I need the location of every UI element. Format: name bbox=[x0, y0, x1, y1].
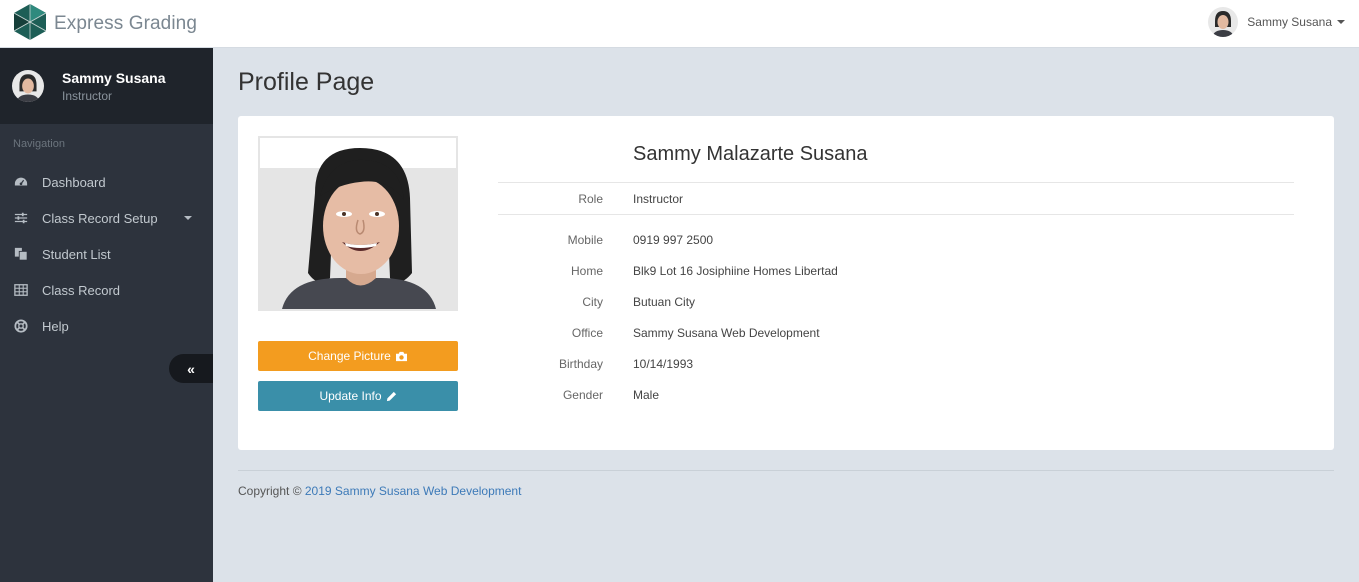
field-value: Male bbox=[633, 388, 660, 402]
copyright-prefix: Copyright © bbox=[238, 484, 305, 498]
field-value: Instructor bbox=[633, 192, 684, 206]
profile-card: Change Picture Update Info Sammy Malazar… bbox=[238, 116, 1334, 450]
brand-name: Express Grading bbox=[54, 12, 198, 34]
user-menu-dropdown[interactable]: Sammy Susana bbox=[1208, 7, 1345, 37]
top-navbar: Express Grading Sammy Susana bbox=[0, 0, 1359, 48]
sidebar-item-help[interactable]: Help bbox=[0, 308, 213, 344]
field-label: Gender bbox=[562, 388, 603, 402]
double-chevron-left-icon: « bbox=[187, 360, 195, 377]
field-value: 10/14/1993 bbox=[633, 357, 694, 371]
update-info-label: Update Info bbox=[319, 389, 382, 403]
profile-row-gender: Gender Male bbox=[498, 388, 1294, 408]
profile-full-name: Sammy Malazarte Susana bbox=[633, 143, 868, 165]
page-title: Profile Page bbox=[238, 68, 375, 96]
brand-logo-link[interactable]: Express Grading bbox=[0, 3, 197, 44]
field-label: Role bbox=[578, 192, 603, 206]
profile-picture bbox=[258, 136, 458, 311]
footer-link[interactable]: 2019 Sammy Susana Web Development bbox=[305, 484, 522, 498]
sidebar-item-student-list[interactable]: Student List bbox=[0, 236, 213, 272]
camera-icon bbox=[395, 351, 408, 362]
sidebar-item-dashboard[interactable]: Dashboard bbox=[0, 164, 213, 200]
field-label: City bbox=[582, 295, 603, 309]
update-info-button[interactable]: Update Info bbox=[258, 381, 458, 411]
table-icon bbox=[13, 283, 28, 298]
sidebar-user-role: Instructor bbox=[62, 88, 113, 103]
change-picture-label: Change Picture bbox=[308, 349, 391, 363]
field-label: Home bbox=[570, 264, 603, 278]
sidebar: Sammy Susana Instructor Navigation Dashb… bbox=[0, 48, 213, 582]
profile-row-role: Role Instructor bbox=[498, 192, 1294, 212]
profile-row-office: Office Sammy Susana Web Development bbox=[498, 326, 1294, 346]
profile-row-mobile: Mobile 0919 997 2500 bbox=[498, 233, 1294, 253]
avatar bbox=[1208, 7, 1239, 37]
field-value: Butuan City bbox=[633, 295, 696, 309]
field-label: Office bbox=[571, 326, 603, 340]
brand-logo-icon bbox=[12, 3, 48, 44]
change-picture-button[interactable]: Change Picture bbox=[258, 341, 458, 371]
chevron-down-icon bbox=[1337, 20, 1345, 24]
sliders-icon bbox=[13, 211, 28, 226]
footer-copyright: Copyright © 2019 Sammy Susana Web Develo… bbox=[238, 484, 521, 498]
profile-row-home: Home Blk9 Lot 16 Josiphiine Homes Libert… bbox=[498, 264, 1294, 284]
sidebar-item-label: Class Record Setup bbox=[42, 210, 158, 226]
profile-row-city: City Butuan City bbox=[498, 295, 1294, 315]
sidebar-item-label: Class Record bbox=[42, 282, 121, 298]
nav-heading: Navigation bbox=[13, 138, 65, 150]
field-value: 0919 997 2500 bbox=[633, 233, 714, 247]
sidebar-item-label: Student List bbox=[42, 246, 111, 262]
field-value: Blk9 Lot 16 Josiphiine Homes Libertad bbox=[633, 264, 838, 278]
divider bbox=[498, 214, 1294, 215]
field-label: Birthday bbox=[558, 357, 603, 371]
sidebar-collapse-button[interactable]: « bbox=[169, 354, 213, 383]
sidebar-item-label: Help bbox=[42, 318, 69, 334]
sidebar-item-class-record[interactable]: Class Record bbox=[0, 272, 213, 308]
sidebar-user-name: Sammy Susana bbox=[62, 69, 166, 86]
avatar bbox=[12, 70, 44, 102]
profile-row-birthday: Birthday 10/14/1993 bbox=[498, 357, 1294, 377]
pencil-icon bbox=[386, 391, 397, 402]
divider bbox=[498, 182, 1294, 183]
dashboard-icon bbox=[13, 175, 28, 190]
sidebar-item-label: Dashboard bbox=[42, 174, 106, 190]
field-label: Mobile bbox=[567, 233, 603, 247]
sidebar-user-panel: Sammy Susana Instructor bbox=[0, 48, 213, 124]
user-menu-name: Sammy Susana bbox=[1247, 15, 1332, 29]
sidebar-item-class-record-setup[interactable]: Class Record Setup bbox=[0, 200, 213, 236]
copy-icon bbox=[13, 247, 28, 262]
field-value: Sammy Susana Web Development bbox=[633, 326, 820, 340]
footer-divider bbox=[238, 470, 1334, 471]
life-ring-icon bbox=[13, 319, 28, 334]
chevron-down-icon bbox=[184, 216, 192, 220]
